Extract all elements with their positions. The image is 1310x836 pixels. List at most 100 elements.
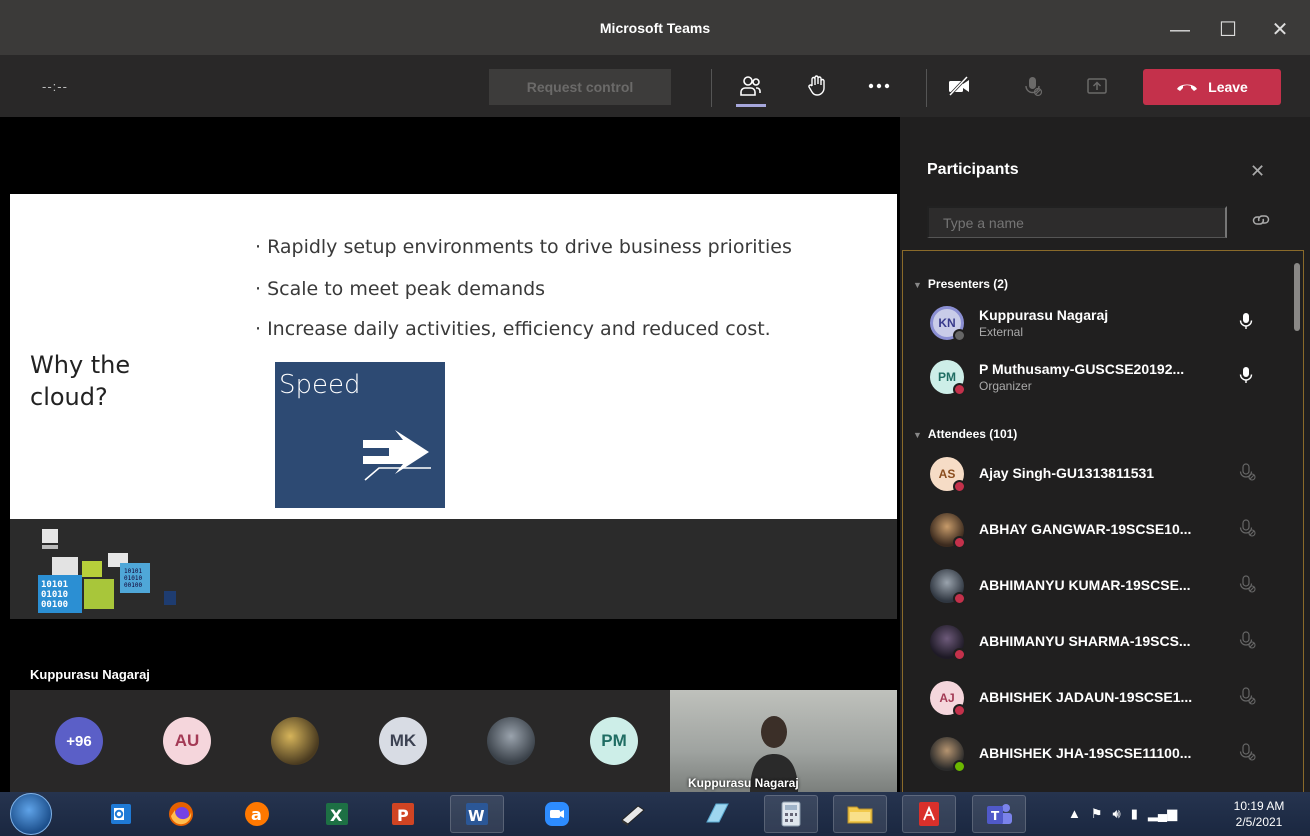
- presenter-video-tile[interactable]: Kuppurasu Nagaraj: [670, 690, 897, 792]
- participant-search-input[interactable]: [927, 206, 1227, 238]
- file-explorer-app-icon[interactable]: [833, 795, 887, 833]
- taskbar-clock[interactable]: 10:19 AM 2/5/2021: [1214, 798, 1304, 830]
- title-bar: Microsoft Teams — ☐ ✕: [0, 0, 1310, 60]
- outlook-app-icon[interactable]: [94, 795, 148, 833]
- mic-on-icon: [1239, 312, 1253, 335]
- leave-button[interactable]: Leave: [1143, 69, 1281, 105]
- share-tray-icon[interactable]: [1082, 71, 1112, 101]
- svg-text:T: T: [991, 809, 1000, 823]
- slide-bullet-1: · Rapidly setup environments to drive bu…: [255, 236, 792, 258]
- participant-name: Kuppurasu Nagaraj: [979, 307, 1109, 323]
- participant-row[interactable]: AJ ABHISHEK JADAUN-19SCSE1...: [903, 670, 1293, 726]
- presenters-header-label: Presenters (2): [927, 277, 1008, 291]
- start-button-icon[interactable]: [10, 793, 52, 835]
- participant-row[interactable]: ABHIMANYU KUMAR-19SCSE...: [903, 558, 1293, 614]
- scanner-app-icon[interactable]: [606, 795, 660, 833]
- external-status-icon: [953, 329, 966, 342]
- participant-list[interactable]: ▼ Presenters (2) KN Kuppurasu Nagaraj Ext…: [902, 250, 1304, 795]
- raise-hand-icon[interactable]: [802, 71, 832, 101]
- zoom-app-icon[interactable]: [530, 795, 584, 833]
- share-invite-link-icon[interactable]: [1252, 213, 1270, 232]
- mic-muted-icon: [1239, 631, 1257, 654]
- mic-muted-icon: [1239, 519, 1257, 542]
- slide-footer-graphic: 10101 01010 00100 10101 01010 00100: [10, 519, 897, 619]
- busy-status-icon: [953, 480, 966, 493]
- participant-row[interactable]: KN Kuppurasu Nagaraj External: [903, 295, 1293, 351]
- participant-name: ABHAY GANGWAR-19SCSE10...: [979, 521, 1192, 537]
- calculator-app-icon[interactable]: [764, 795, 818, 833]
- pdf-reader-app-icon[interactable]: [902, 795, 956, 833]
- presenters-group-header[interactable]: ▼ Presenters (2): [913, 277, 1008, 291]
- participants-title: Participants: [927, 161, 1019, 178]
- svg-text:00100: 00100: [41, 600, 68, 610]
- maximize-icon[interactable]: ☐: [1208, 14, 1248, 46]
- participant-row[interactable]: ABHIMANYU SHARMA-19SCS...: [903, 614, 1293, 670]
- mic-muted-icon: [1239, 743, 1257, 766]
- windows-taskbar: a X P W T ▲ ⚑ 🔊︎ ▮ ▂▄▆ 10:19 AM 2/5/2021: [0, 792, 1310, 836]
- participant-name: ABHIMANYU KUMAR-19SCSE...: [979, 577, 1191, 593]
- participants-panel: Participants ✕ ▼ Presenters (2) KN Kuppur…: [900, 117, 1310, 795]
- notes-app-icon[interactable]: [690, 795, 744, 833]
- participant-row[interactable]: PM P Muthusamy-GUSCSE20192... Organizer: [903, 349, 1293, 405]
- slide-bullet-2: · Scale to meet peak demands: [255, 278, 546, 300]
- mic-muted-icon: [1239, 687, 1257, 710]
- more-options-icon[interactable]: [864, 71, 894, 101]
- participant-list-scrollbar[interactable]: [1294, 263, 1300, 331]
- slide-bullet-3: · Increase daily activities, efficiency …: [255, 318, 771, 340]
- participant-role: External: [979, 325, 1024, 339]
- participant-name: ABHISHEK JADAUN-19SCSE1...: [979, 689, 1193, 705]
- avatar-photo[interactable]: [271, 717, 319, 765]
- participant-row[interactable]: ABHAY GANGWAR-19SCSE10...: [903, 502, 1293, 558]
- close-panel-icon[interactable]: ✕: [1250, 161, 1265, 182]
- avatar[interactable]: PM: [590, 717, 638, 765]
- avatar-photo[interactable]: [487, 717, 535, 765]
- participant-name: ABHISHEK JHA-19SCSE11100...: [979, 745, 1192, 761]
- hang-up-icon: [1176, 79, 1198, 95]
- participant-row[interactable]: ABHISHEK JHA-19SCSE11100...: [903, 726, 1293, 782]
- request-control-button[interactable]: Request control: [489, 69, 671, 105]
- svg-text:01010: 01010: [41, 590, 68, 600]
- excel-app-icon[interactable]: X: [310, 795, 364, 833]
- participant-name: Ajay Singh-GU1313811531: [979, 465, 1155, 481]
- power-icon[interactable]: ▮: [1131, 806, 1138, 822]
- show-hidden-icons-icon[interactable]: ▲: [1068, 806, 1081, 822]
- speed-arrow-icon: [363, 430, 431, 481]
- presenter-name-label: Kuppurasu Nagaraj: [30, 667, 150, 682]
- leave-label: Leave: [1208, 79, 1248, 95]
- mic-muted-icon: [1239, 463, 1257, 486]
- busy-status-icon: [953, 592, 966, 605]
- meeting-toolbar: --:-- Request control Leave: [0, 55, 1310, 117]
- camera-off-icon[interactable]: [944, 71, 974, 101]
- speed-tile-label: Speed: [279, 370, 361, 400]
- volume-icon[interactable]: 🔊︎: [1113, 806, 1121, 822]
- word-app-icon[interactable]: W: [450, 795, 504, 833]
- avatar[interactable]: AU: [163, 717, 211, 765]
- participants-icon[interactable]: [736, 71, 766, 101]
- participant-row[interactable]: AS Ajay Singh-GU1313811531: [903, 446, 1293, 502]
- mic-disabled-icon[interactable]: [1018, 71, 1048, 101]
- close-window-icon[interactable]: ✕: [1260, 14, 1300, 46]
- busy-status-icon: [953, 648, 966, 661]
- firefox-app-icon[interactable]: [154, 795, 208, 833]
- busy-status-icon: [953, 704, 966, 717]
- video-tile-name: Kuppurasu Nagaraj: [688, 776, 799, 790]
- shared-screen-stage: · Rapidly setup environments to drive bu…: [10, 120, 897, 690]
- participant-role: Organizer: [979, 379, 1032, 393]
- slide-title: Why the cloud?: [30, 351, 131, 411]
- attendees-group-header[interactable]: ▼ Attendees (101): [913, 427, 1017, 441]
- avatar[interactable]: MK: [379, 717, 427, 765]
- binary-data-icon: 10101 01010 00100 10101 01010 00100: [38, 529, 176, 613]
- speed-tile: Speed: [275, 362, 445, 508]
- svg-text:P: P: [397, 806, 409, 825]
- avast-app-icon[interactable]: a: [230, 795, 284, 833]
- network-signal-icon[interactable]: ▂▄▆: [1148, 806, 1177, 822]
- svg-text:W: W: [468, 807, 485, 825]
- action-center-flag-icon[interactable]: ⚑: [1091, 806, 1103, 822]
- window-title: Microsoft Teams: [599, 20, 711, 36]
- powerpoint-app-icon[interactable]: P: [376, 795, 430, 833]
- minimize-icon[interactable]: —: [1160, 14, 1200, 46]
- svg-text:10101: 10101: [41, 580, 68, 590]
- teams-app-icon[interactable]: T: [972, 795, 1026, 833]
- collapse-caret-icon: ▼: [913, 280, 922, 290]
- more-participants-badge[interactable]: +96: [55, 717, 103, 765]
